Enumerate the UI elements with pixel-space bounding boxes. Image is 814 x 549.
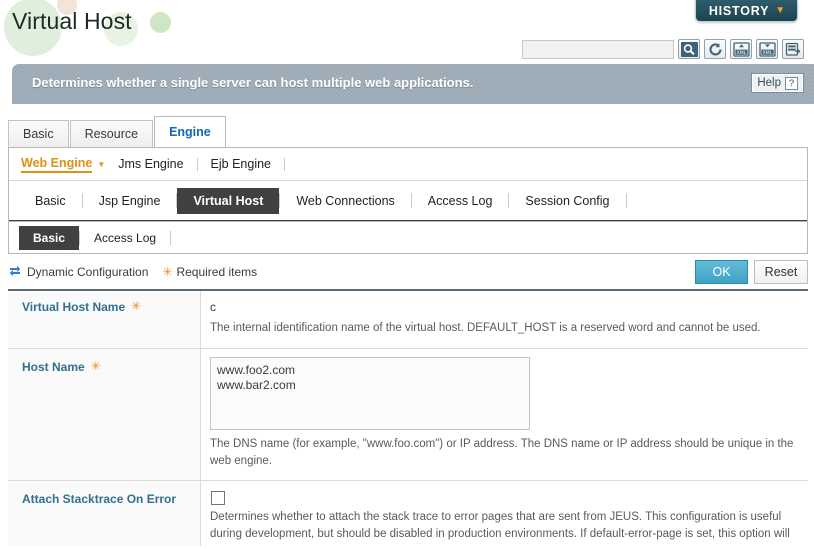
field-description: The internal identification name of the … xyxy=(210,322,761,335)
tab-label: Engine xyxy=(169,125,211,139)
form-label-cell: Attach Stacktrace On Error xyxy=(8,481,201,546)
form-value-cell: c The internal identification name of th… xyxy=(201,291,808,348)
tab-label: Access Log xyxy=(427,193,493,208)
tab-label: Access Log xyxy=(94,230,157,245)
tab-virtual-host[interactable]: Virtual Host xyxy=(177,187,280,214)
chevron-down-icon: ▼ xyxy=(775,4,786,16)
virtual-host-name-value: c xyxy=(210,300,216,314)
search-icon[interactable] xyxy=(678,39,700,59)
tab-basic[interactable]: Basic xyxy=(19,225,80,250)
field-label: Virtual Host Name xyxy=(22,300,126,314)
engine-item-web-engine[interactable]: Web Engine ▼ xyxy=(21,156,118,173)
engine-item-jms-engine[interactable]: Jms Engine xyxy=(118,157,196,171)
tab-basic[interactable]: Basic xyxy=(8,120,69,147)
tabs-level3: Basic Jsp Engine Virtual Host Web Connec… xyxy=(9,181,807,221)
attach-stacktrace-checkbox[interactable] xyxy=(211,491,225,506)
tab-basic[interactable]: Basic xyxy=(19,188,82,214)
xml-export-icon[interactable]: XML xyxy=(756,39,778,59)
toolbar: XML XML xyxy=(522,39,804,59)
separator xyxy=(284,157,286,171)
separator xyxy=(196,157,198,171)
search-input[interactable] xyxy=(522,39,674,59)
history-label: HISTORY xyxy=(708,3,770,18)
banner-description: Determines whether a single server can h… xyxy=(32,75,474,90)
app-window: Virtual Host HISTORY ▼ XML XML Determine… xyxy=(0,0,814,549)
tab-label: Web Connections xyxy=(296,193,395,208)
help-button[interactable]: Help ? xyxy=(751,73,804,93)
tab-web-connections[interactable]: Web Connections xyxy=(280,188,410,214)
tab-label: Basic xyxy=(33,230,66,245)
separator xyxy=(625,193,627,208)
form-value-cell: The DNS name (for example, "www.foo.com"… xyxy=(201,349,808,481)
tab-label: Resource xyxy=(84,127,139,141)
help-label: Help xyxy=(757,77,781,89)
required-items-legend: ✳ Required items xyxy=(162,265,257,279)
field-label: Host Name xyxy=(22,359,85,374)
tab-engine[interactable]: Engine xyxy=(154,116,226,147)
refresh-icon xyxy=(8,264,22,281)
page-title: Virtual Host xyxy=(12,8,132,34)
server-export-icon[interactable] xyxy=(782,39,804,59)
form-label-cell: Host Name ✳ xyxy=(8,348,201,481)
tab-jsp-engine[interactable]: Jsp Engine xyxy=(83,188,177,214)
tab-label: Basic xyxy=(23,127,54,141)
decorative-circle-green-small xyxy=(150,12,171,33)
settings-form: Virtual Host Name ✳ c The internal ident… xyxy=(8,289,808,546)
field-description: Determines whether to attach the stack t… xyxy=(210,511,790,546)
engine-panel: Web Engine ▼ Jms Engine Ejb Engine Basic… xyxy=(8,147,808,222)
form-row-host-name: Host Name ✳ The DNS name (for example, "… xyxy=(8,348,808,482)
description-banner: Determines whether a single server can h… xyxy=(12,64,814,104)
engine-selector-row: Web Engine ▼ Jms Engine Ejb Engine xyxy=(9,148,807,181)
tab-label: Virtual Host xyxy=(193,193,264,208)
ok-button[interactable]: OK xyxy=(695,260,748,284)
dynamic-configuration-indicator: Dynamic Configuration xyxy=(8,264,148,281)
host-name-textarea[interactable] xyxy=(210,356,530,430)
asterisk-icon: ✳ xyxy=(131,299,142,313)
tab-resource[interactable]: Resource xyxy=(69,120,154,147)
tabs-level1: Basic Resource Engine xyxy=(8,116,227,147)
question-mark-icon: ? xyxy=(785,76,798,90)
tabs-level4: Basic Access Log xyxy=(8,222,808,254)
chevron-down-icon[interactable]: ▼ xyxy=(97,160,105,169)
asterisk-icon: ✳ xyxy=(162,265,173,279)
required-items-label: Required items xyxy=(176,265,258,279)
xml-import-icon[interactable]: XML xyxy=(730,39,752,59)
engine-item-ejb-engine[interactable]: Ejb Engine xyxy=(211,157,284,171)
dynamic-configuration-label: Dynamic Configuration xyxy=(27,265,149,279)
form-value-cell: Determines whether to attach the stack t… xyxy=(201,481,808,546)
field-label: Attach Stacktrace On Error xyxy=(22,492,177,507)
svg-text:XML: XML xyxy=(736,50,746,56)
engine-label: Jms Engine xyxy=(118,157,184,171)
form-label-cell: Virtual Host Name ✳ xyxy=(8,291,201,348)
tab-label: Session Config xyxy=(525,193,610,208)
tab-label: Jsp Engine xyxy=(98,193,161,208)
tab-label: Basic xyxy=(35,193,66,208)
engine-label: Ejb Engine xyxy=(210,157,272,171)
form-row-virtual-host-name: Virtual Host Name ✳ c The internal ident… xyxy=(8,291,808,349)
form-row-attach-stacktrace-on-error: Attach Stacktrace On Error Determines wh… xyxy=(8,481,808,546)
tab-access-log[interactable]: Access Log xyxy=(80,226,170,250)
tab-access-log[interactable]: Access Log xyxy=(412,188,509,214)
asterisk-icon: ✳ xyxy=(90,358,101,373)
action-bar: Dynamic Configuration ✳ Required items O… xyxy=(8,256,808,288)
field-description: The DNS name (for example, "www.foo.com"… xyxy=(210,437,794,467)
tab-session-config[interactable]: Session Config xyxy=(509,188,625,214)
reset-button[interactable]: Reset xyxy=(754,260,808,284)
engine-label: Web Engine xyxy=(21,156,93,173)
svg-text:XML: XML xyxy=(762,50,772,56)
history-button[interactable]: HISTORY ▼ xyxy=(694,0,798,22)
separator xyxy=(170,230,172,245)
reload-icon[interactable] xyxy=(704,39,726,59)
